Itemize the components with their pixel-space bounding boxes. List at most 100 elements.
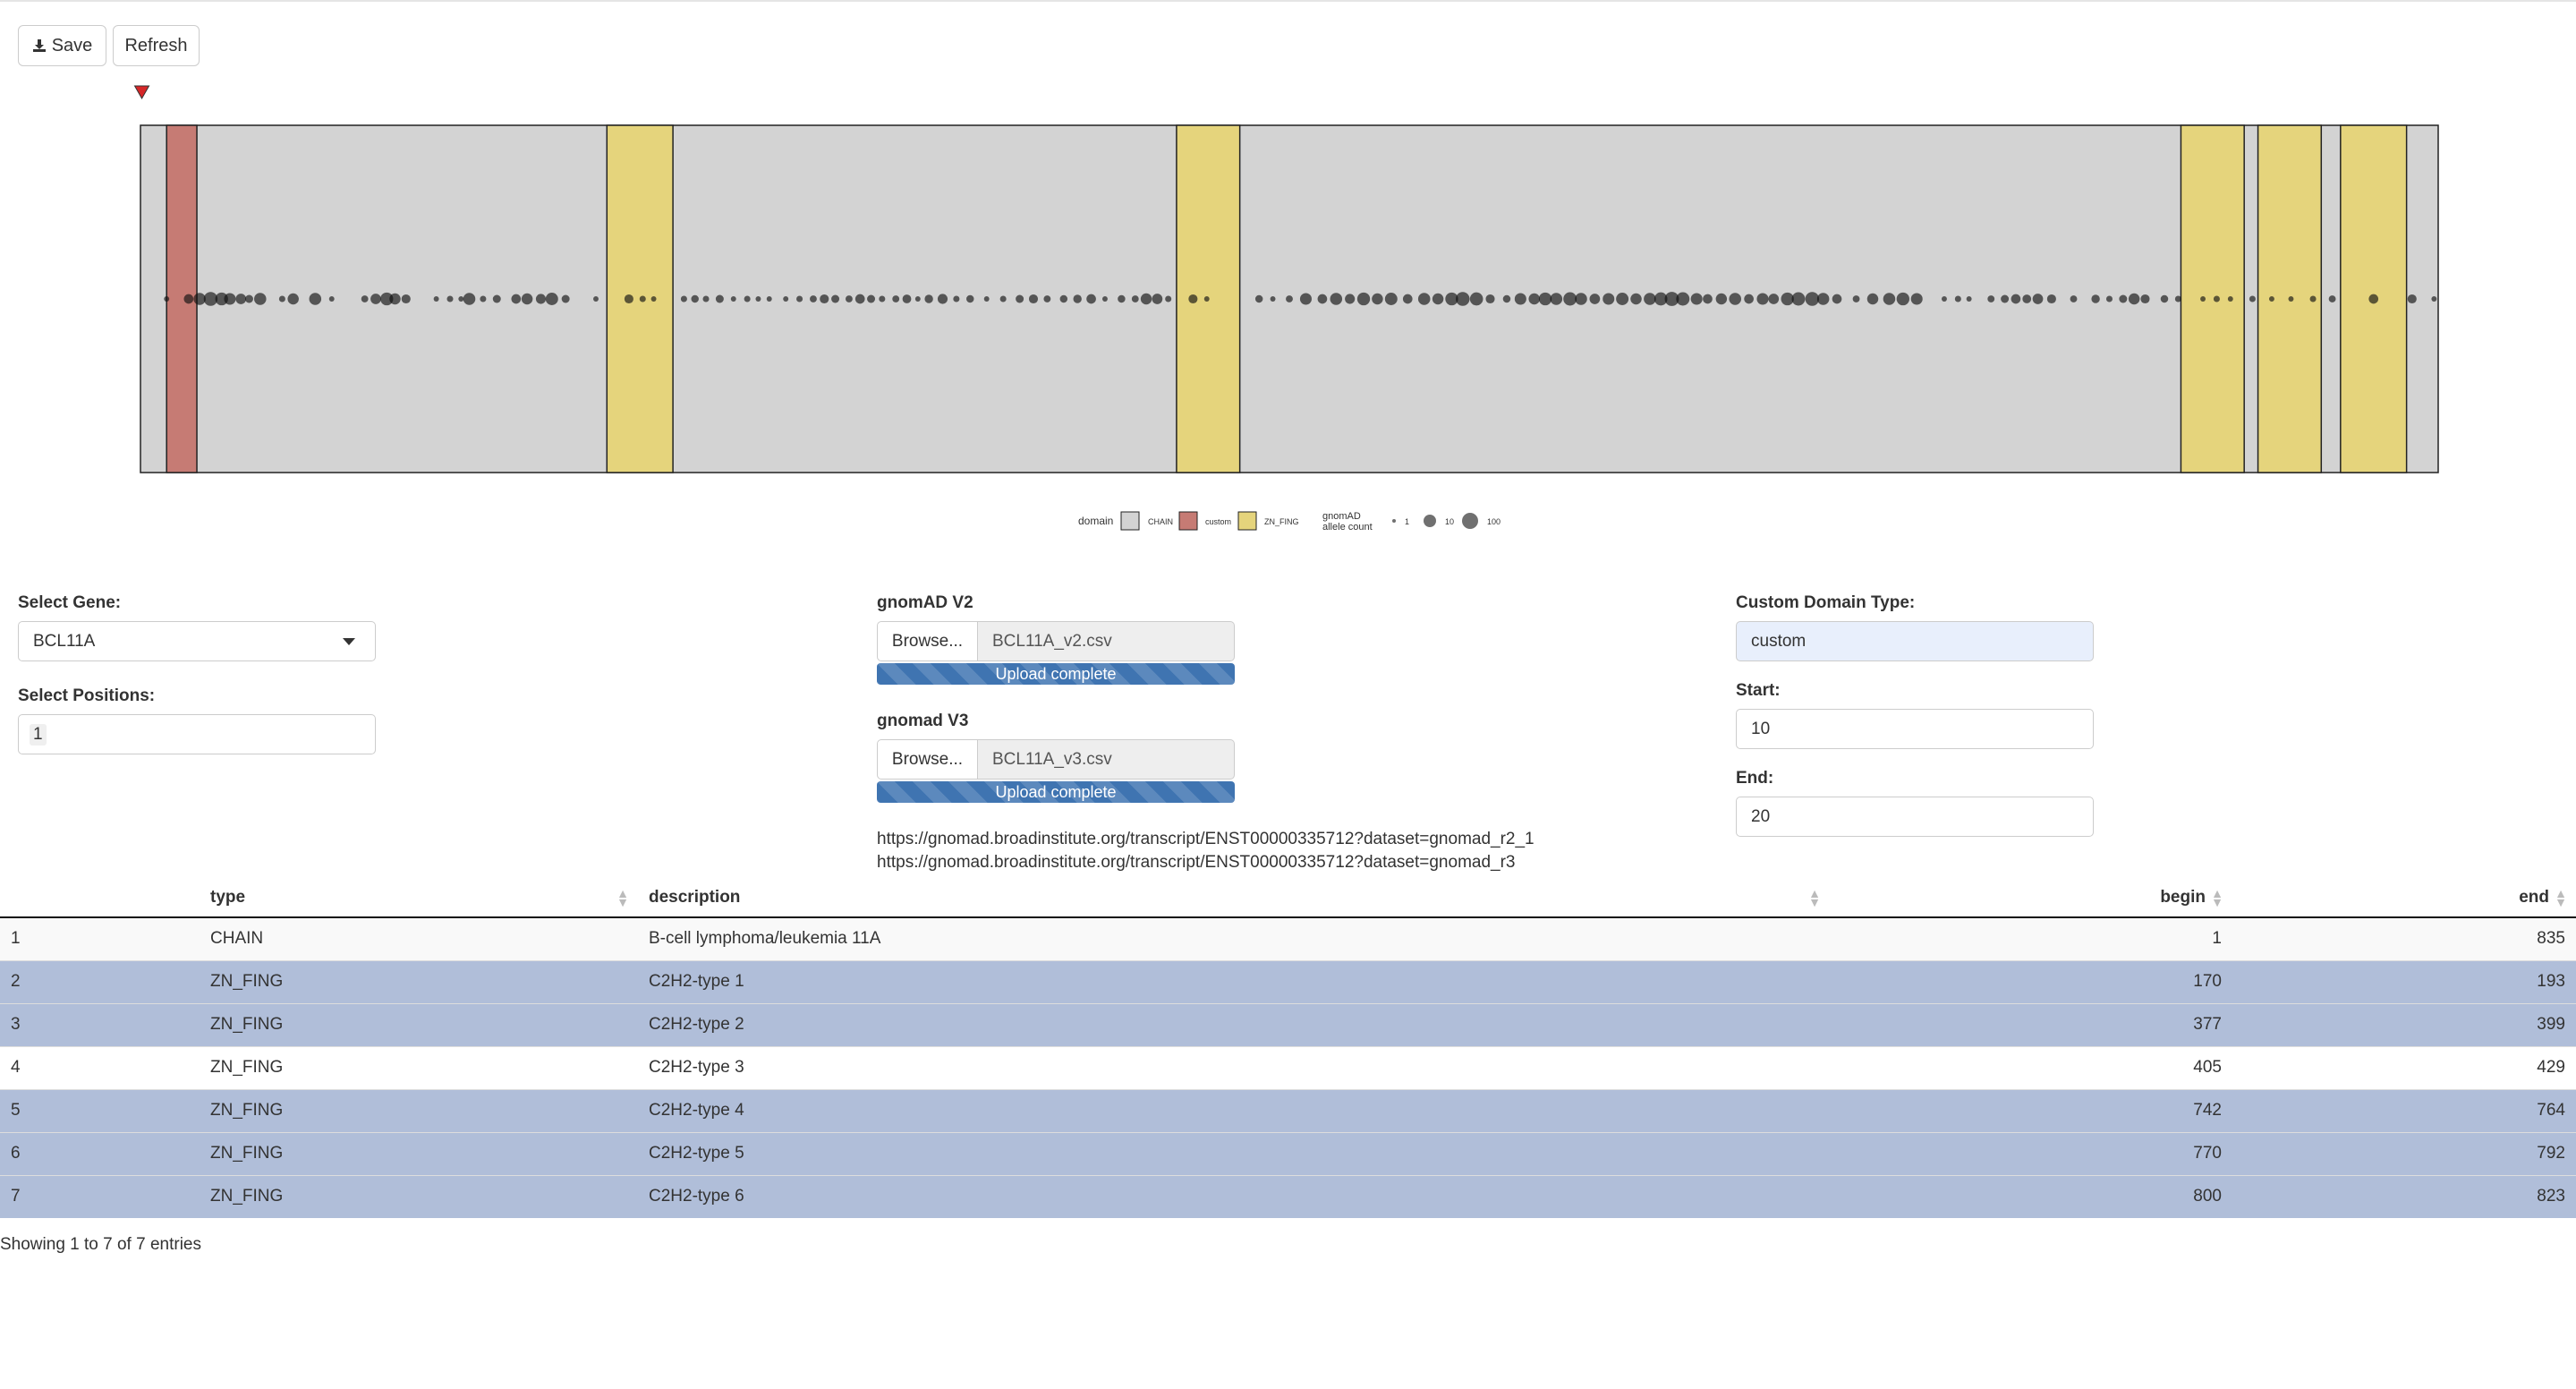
- variant-point: [389, 293, 401, 305]
- start-input[interactable]: 10: [1736, 709, 2094, 749]
- header-end-label: end: [2519, 887, 2549, 907]
- variant-point: [1616, 293, 1629, 305]
- variant-point: [535, 294, 547, 304]
- header-begin[interactable]: begin ▲ ▼: [1830, 878, 2232, 918]
- table-header-row: type ▲ ▼ description ▲ ▼ begin ▲ ▼ end ▲ ▼: [0, 878, 2576, 918]
- table-row[interactable]: 3 ZN_FING C2H2-type 2 377 399: [0, 1002, 2576, 1046]
- sort-icon: ▲ ▼: [1808, 886, 1821, 909]
- legend-count-label: 10: [1445, 517, 1454, 526]
- variant-point: [2368, 294, 2379, 304]
- legend-count-point: [1424, 515, 1436, 527]
- header-type-label: type: [210, 887, 246, 907]
- gnomad-v3-file-name: BCL11A_v3.csv: [978, 739, 1235, 780]
- position-token[interactable]: 1: [30, 723, 47, 746]
- variant-point: [831, 294, 840, 303]
- table-row[interactable]: 2 ZN_FING C2H2-type 1 170 193: [0, 959, 2576, 1003]
- cell-begin: 377: [1830, 1002, 2232, 1046]
- variant-point: [953, 295, 960, 303]
- variant-point: [2268, 296, 2274, 302]
- variant-point: [1317, 294, 1328, 304]
- selected-position-marker[interactable]: [133, 85, 150, 100]
- custom-domain-type-input[interactable]: custom: [1736, 621, 2094, 661]
- header-index: [0, 878, 200, 918]
- select-gene-label: Select Gene:: [18, 593, 122, 612]
- gnomad-v3-link[interactable]: https://gnomad.broadinstitute.org/transc…: [877, 853, 1516, 873]
- variant-point: [766, 296, 772, 302]
- variant-point: [1028, 294, 1039, 304]
- variant-point: [545, 293, 558, 305]
- variant-point: [1485, 294, 1495, 304]
- variant-point: [1086, 294, 1096, 304]
- variant-point: [1729, 293, 1741, 305]
- variant-point: [2200, 296, 2206, 302]
- variant-point: [624, 294, 633, 304]
- cell-begin: 742: [1830, 1088, 2232, 1132]
- legend-title-count-line2: allele count: [1322, 522, 1373, 533]
- variant-point: [492, 294, 501, 303]
- variant-point: [1603, 293, 1615, 305]
- variant-point: [1744, 294, 1754, 304]
- variant-point: [1832, 294, 1842, 304]
- header-type[interactable]: type ▲ ▼: [200, 878, 638, 918]
- variant-point: [433, 296, 439, 302]
- gene-select-value: BCL11A: [33, 631, 96, 651]
- cell-description: C2H2-type 2: [638, 1002, 1830, 1046]
- variant-point: [810, 295, 817, 303]
- gene-select[interactable]: BCL11A: [18, 621, 376, 661]
- variant-point: [309, 293, 322, 305]
- variant-point: [1791, 292, 1806, 306]
- cell-begin: 170: [1830, 959, 2232, 1003]
- header-description[interactable]: description ▲ ▼: [638, 878, 1830, 918]
- table-row[interactable]: 7 ZN_FING C2H2-type 6 800 823: [0, 1174, 2576, 1218]
- variant-point: [639, 295, 646, 303]
- header-end[interactable]: end ▲ ▼: [2232, 878, 2576, 918]
- variant-point: [1043, 295, 1051, 303]
- variant-point: [914, 296, 921, 302]
- gnomad-v2-browse-button[interactable]: Browse...: [877, 621, 978, 661]
- gnomad-v2-file-name: BCL11A_v2.csv: [978, 621, 1235, 661]
- variant-point: [183, 294, 194, 304]
- variant-point: [1644, 293, 1656, 305]
- table-row[interactable]: 6 ZN_FING C2H2-type 5 770 792: [0, 1131, 2576, 1175]
- legend-count-point: [1392, 519, 1396, 523]
- end-input[interactable]: 20: [1736, 797, 2094, 837]
- table-row[interactable]: 4 ZN_FING C2H2-type 3 405 429: [0, 1045, 2576, 1089]
- variant-point: [446, 295, 454, 303]
- cell-begin: 1: [1830, 916, 2232, 960]
- cell-index: 4: [0, 1045, 200, 1089]
- variant-point: [2046, 294, 2056, 304]
- positions-input[interactable]: 1: [18, 714, 376, 754]
- variant-point: [458, 296, 464, 302]
- variant-point: [244, 294, 253, 303]
- gnomad-v2-link[interactable]: https://gnomad.broadinstitute.org/transc…: [877, 830, 1535, 849]
- table-row[interactable]: 1 CHAIN B-cell lymphoma/leukemia 11A 1 8…: [0, 916, 2576, 960]
- legend-count-point: [1462, 513, 1478, 529]
- cell-index: 7: [0, 1174, 200, 1218]
- table-row[interactable]: 5 ZN_FING C2H2-type 4 742 764: [0, 1088, 2576, 1132]
- cell-begin: 770: [1830, 1131, 2232, 1175]
- cell-begin: 405: [1830, 1045, 2232, 1089]
- variant-point: [1715, 293, 1728, 305]
- variant-point: [287, 293, 299, 305]
- cell-begin: 800: [1830, 1174, 2232, 1218]
- variant-point: [1550, 293, 1563, 305]
- header-begin-label: begin: [2160, 887, 2206, 907]
- variant-point: [680, 295, 687, 303]
- cell-end: 835: [2232, 916, 2576, 960]
- gnomad-v2-upload-progress: Upload complete: [877, 663, 1235, 685]
- gnomad-v3-browse-button[interactable]: Browse...: [877, 739, 978, 780]
- cell-description: C2H2-type 1: [638, 959, 1830, 1003]
- cell-index: 3: [0, 1002, 200, 1046]
- variant-point: [511, 294, 522, 304]
- refresh-button[interactable]: Refresh: [113, 25, 200, 66]
- cell-description: C2H2-type 3: [638, 1045, 1830, 1089]
- cell-end: 823: [2232, 1174, 2576, 1218]
- variant-point: [2001, 294, 2010, 303]
- variant-point: [593, 296, 599, 302]
- save-button[interactable]: Save: [18, 25, 106, 66]
- cell-end: 429: [2232, 1045, 2576, 1089]
- variant-point: [2407, 294, 2417, 304]
- variant-point: [1816, 293, 1830, 305]
- variant-point: [1910, 293, 1923, 305]
- legend-title-count: gnomAD: [1322, 511, 1361, 522]
